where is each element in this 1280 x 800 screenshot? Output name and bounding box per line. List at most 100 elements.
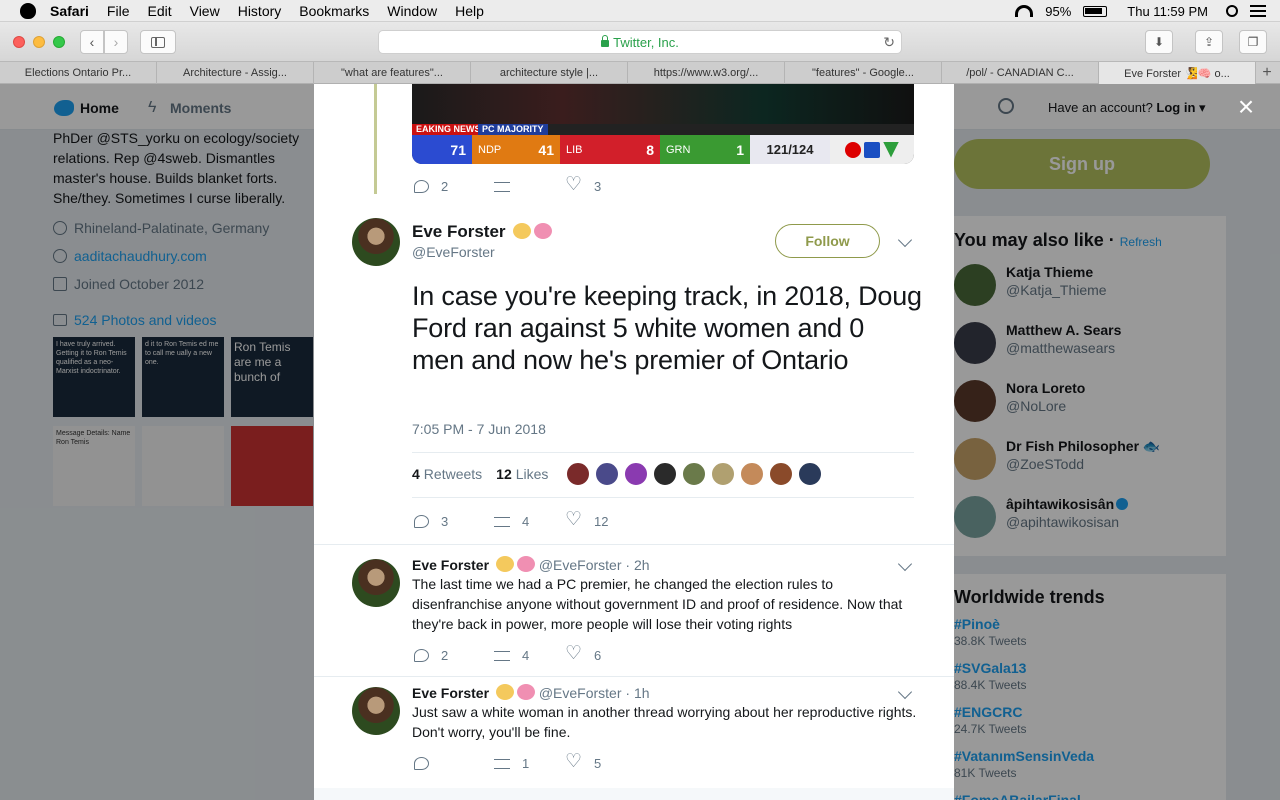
close-modal-icon[interactable]: × [1232, 93, 1260, 121]
downloads-button[interactable]: ⬇ [1145, 30, 1173, 54]
apple-menu-icon[interactable] [20, 2, 36, 19]
retweet-icon[interactable] [494, 758, 510, 769]
liker-avatar[interactable] [682, 462, 706, 486]
notification-center-icon[interactable] [1250, 5, 1266, 17]
author-name-text[interactable]: Eve Forster [412, 222, 506, 241]
menu-history[interactable]: History [238, 3, 282, 19]
reply-action[interactable] [414, 757, 474, 770]
retweet-action[interactable] [494, 181, 554, 192]
browser-tab[interactable]: "what are features"... [314, 62, 471, 84]
reply-icon[interactable] [414, 515, 429, 528]
chevron-down-icon[interactable] [897, 556, 913, 572]
liker-avatar[interactable] [595, 462, 619, 486]
liker-avatar[interactable] [653, 462, 677, 486]
reply-header[interactable]: Eve Forster @EveForster · 1h [412, 684, 650, 701]
liker-avatar[interactable] [711, 462, 735, 486]
ctv-v-icon [883, 141, 899, 158]
divider [314, 544, 954, 545]
browser-tab[interactable]: /pol/ - CANADIAN C... [942, 62, 1099, 84]
reply-header[interactable]: Eve Forster @EveForster · 2h [412, 556, 650, 573]
retweets-stat-count: 4 [412, 466, 420, 482]
menu-help[interactable]: Help [455, 3, 484, 19]
reply-icon[interactable] [414, 757, 429, 770]
retweet-action[interactable]: 1 [494, 756, 554, 771]
liker-avatar[interactable] [740, 462, 764, 486]
tweet-text: In case you're keeping track, in 2018, D… [412, 281, 922, 375]
reply-avatar[interactable] [352, 559, 400, 607]
woman-emoji-icon [495, 556, 514, 572]
heart-icon[interactable] [565, 175, 582, 195]
menubar-clock[interactable]: Thu 11:59 PM [1127, 4, 1208, 19]
menu-edit[interactable]: Edit [147, 3, 171, 19]
reload-icon[interactable]: ↻ [883, 34, 895, 51]
like-count: 3 [594, 179, 602, 194]
retweet-icon[interactable] [494, 181, 510, 192]
chevron-down-icon[interactable] [897, 684, 913, 700]
retweet-icon[interactable] [494, 650, 510, 661]
browser-tab-active[interactable]: Eve Forster 🧏🧠 o... [1099, 62, 1256, 84]
like-count: 5 [594, 756, 602, 771]
liker-avatar[interactable] [566, 462, 590, 486]
tab-overview-button[interactable]: ❐ [1239, 30, 1267, 54]
reply-avatar[interactable] [352, 687, 400, 735]
reply-count: 3 [441, 514, 449, 529]
window-fullscreen-button[interactable] [53, 36, 65, 48]
reply-action[interactable]: 2 [414, 179, 474, 194]
heart-icon[interactable] [565, 752, 582, 772]
battery-icon[interactable] [1083, 5, 1108, 17]
browser-tab[interactable]: "features" - Google... [785, 62, 942, 84]
new-tab-button[interactable]: + [1256, 62, 1278, 83]
follow-button[interactable]: Follow [775, 224, 880, 258]
reply-icon[interactable] [414, 180, 429, 193]
retweet-count: 1 [522, 756, 530, 771]
menu-window[interactable]: Window [387, 3, 437, 19]
like-action[interactable]: 3 [565, 175, 602, 195]
like-action[interactable]: 5 [565, 752, 602, 772]
reply-action[interactable]: 3 [414, 514, 474, 529]
reply-author-name[interactable]: Eve Forster [412, 685, 489, 701]
author-handle[interactable]: @EveForster [412, 244, 495, 260]
window-minimize-button[interactable] [33, 36, 45, 48]
chevron-down-icon[interactable] [897, 232, 913, 248]
retweet-action[interactable]: 4 [494, 648, 554, 663]
address-bar[interactable]: Twitter, Inc. ↻ [378, 30, 902, 54]
browser-tab[interactable]: https://www.w3.org/... [628, 62, 785, 84]
browser-tab[interactable]: Architecture - Assig... [157, 62, 314, 84]
menu-app-safari[interactable]: Safari [50, 3, 89, 19]
share-button[interactable]: ⇪ [1195, 30, 1223, 54]
reply-handle-time[interactable]: @EveForster · 2h [539, 557, 650, 573]
lib-seats: 8 [646, 141, 654, 158]
reply-icon[interactable] [414, 649, 429, 662]
like-action[interactable]: 6 [565, 644, 601, 664]
menu-file[interactable]: File [107, 3, 130, 19]
spotlight-search-icon[interactable] [1226, 5, 1238, 17]
liker-avatar[interactable] [769, 462, 793, 486]
menu-bookmarks[interactable]: Bookmarks [299, 3, 369, 19]
author-avatar[interactable] [352, 218, 400, 266]
pc-seats: 71 [412, 135, 472, 164]
menu-view[interactable]: View [190, 3, 220, 19]
browser-tab[interactable]: Elections Ontario Pr... [0, 62, 157, 84]
heart-icon[interactable] [565, 644, 582, 664]
heart-icon[interactable] [565, 510, 582, 530]
likes-stat[interactable]: 12 Likes [496, 466, 548, 482]
author-name[interactable]: Eve Forster [412, 222, 553, 242]
reply-action[interactable]: 2 [414, 648, 474, 663]
retweets-stat[interactable]: 4 Retweets [412, 466, 482, 482]
retweet-icon[interactable] [494, 516, 510, 527]
retweet-action[interactable]: 4 [494, 514, 554, 529]
forward-button[interactable]: › [104, 30, 128, 54]
like-action[interactable]: 12 [565, 510, 608, 530]
liker-avatar[interactable] [624, 462, 648, 486]
ctv-c-icon [845, 141, 861, 158]
wifi-icon[interactable] [1015, 5, 1034, 17]
election-results-image[interactable]: EAKING NEWS PC MAJORITY 71 NDP 41 LIB 8 GR… [412, 84, 914, 164]
reply-author-name[interactable]: Eve Forster [412, 557, 489, 573]
back-button[interactable]: ‹ [80, 30, 104, 54]
tweet-timestamp[interactable]: 7:05 PM - 7 Jun 2018 [412, 421, 546, 437]
sidebar-toggle-button[interactable] [140, 30, 176, 54]
liker-avatar[interactable] [798, 462, 822, 486]
window-close-button[interactable] [13, 36, 25, 48]
browser-tab[interactable]: architecture style |... [471, 62, 628, 84]
reply-handle-time[interactable]: @EveForster · 1h [539, 685, 650, 701]
